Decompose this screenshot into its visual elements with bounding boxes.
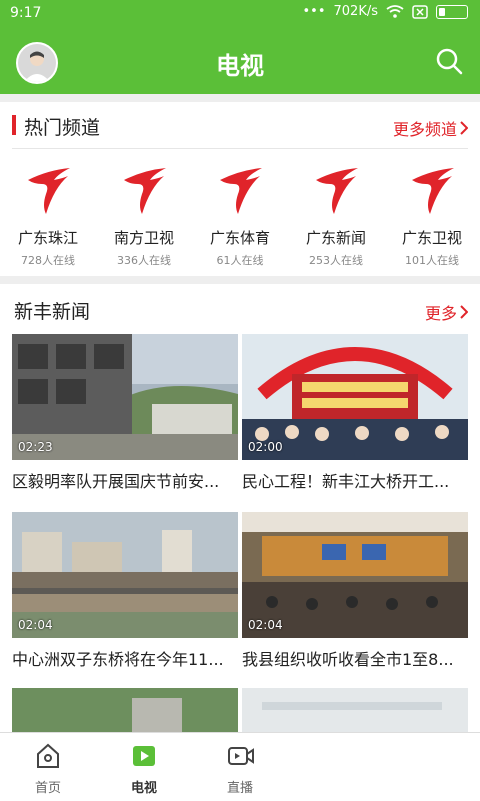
section-title: 新丰新闻 [14,301,91,323]
news-thumbnail [12,688,238,732]
more-news-link[interactable]: 更多 [425,300,468,324]
video-duration: 02:04 [18,618,53,632]
channel-item[interactable]: 广东体育 61人在线 [192,160,288,274]
wifi-icon [386,4,404,18]
tab-label: 首页 [34,781,61,796]
channel-online-count: 253人在线 [309,254,363,267]
page-title: 电视 [216,52,264,80]
tab-home[interactable]: 首页 [0,733,96,801]
channel-name: 广东卫视 [401,229,462,247]
channel-logo-icon [124,168,166,214]
news-title: 我县组织收听收看全市1至8... [242,650,454,669]
channel-logo-icon [412,168,454,214]
channel-logo-icon [28,168,70,214]
channel-online-count: 61人在线 [216,254,264,267]
divider [0,276,480,284]
tab-tv[interactable]: 电视 [96,733,192,801]
more-channels-link[interactable]: 更多频道 [393,116,468,140]
channel-item[interactable]: 广东卫视 101人在线 [384,160,480,274]
news-title: 区毅明率队开展国庆节前安... [12,472,220,491]
hot-channels-header: 热门频道 更多频道 [0,102,480,148]
chevron-right-icon [460,305,468,319]
app-bar: 电视 [0,28,480,94]
home-icon [37,743,59,768]
channel-list: 广东珠江 728人在线 南方卫视 336人在线 广东体育 61人在线 广东新闻 … [0,160,480,274]
search-icon[interactable] [434,46,464,76]
section-title: 热门频道 [24,117,101,139]
tab-label: 直播 [226,781,253,796]
channel-name: 南方卫视 [113,229,174,247]
news-thumbnail: 02:04 [242,512,468,638]
live-icon [228,747,254,765]
divider [0,94,480,102]
more-channels-label: 更多频道 [392,120,457,139]
bottom-tab-bar: 首页 电视 直播 [0,732,480,801]
channel-name: 广东新闻 [305,229,366,247]
video-duration: 02:04 [248,618,283,632]
network-speed: 702K/s [333,4,379,19]
status-icons: ••• 702K/s [302,4,468,19]
channel-item[interactable]: 南方卫视 336人在线 [96,160,192,274]
video-duration: 02:00 [248,440,283,454]
status-bar: 9:17 ••• 702K/s [0,0,480,28]
channel-online-count: 101人在线 [405,254,459,267]
divider [12,148,468,149]
tv-icon [133,746,155,766]
news-thumbnail: 02:00 [242,334,468,460]
news-thumbnail [242,688,468,732]
video-duration: 02:23 [18,440,53,454]
tab-live[interactable]: 直播 [192,733,288,801]
news-thumbnail: 02:04 [12,512,238,638]
sim-icon [412,4,428,19]
status-time: 9:17 [10,5,42,21]
channel-item[interactable]: 广东珠江 728人在线 [0,160,96,274]
channel-online-count: 336人在线 [117,254,171,267]
chevron-right-icon [460,121,468,135]
channel-online-count: 728人在线 [21,254,75,267]
channel-name: 广东体育 [209,229,270,247]
section-marker [12,115,16,135]
news-title: 民心工程！新丰江大桥开工... [242,472,450,491]
more-dots-icon: ••• [302,4,326,19]
news-header: 新丰新闻 更多 [0,286,480,332]
channel-item[interactable]: 广东新闻 253人在线 [288,160,384,274]
news-thumbnail: 02:23 [12,334,238,460]
channel-name: 广东珠江 [17,229,78,247]
channel-logo-icon [316,168,358,214]
battery-icon [436,4,468,19]
news-title: 中心洲双子东桥将在今年11... [12,650,224,669]
more-news-label: 更多 [424,304,457,323]
tab-label: 电视 [130,781,157,796]
channel-logo-icon [220,168,262,214]
